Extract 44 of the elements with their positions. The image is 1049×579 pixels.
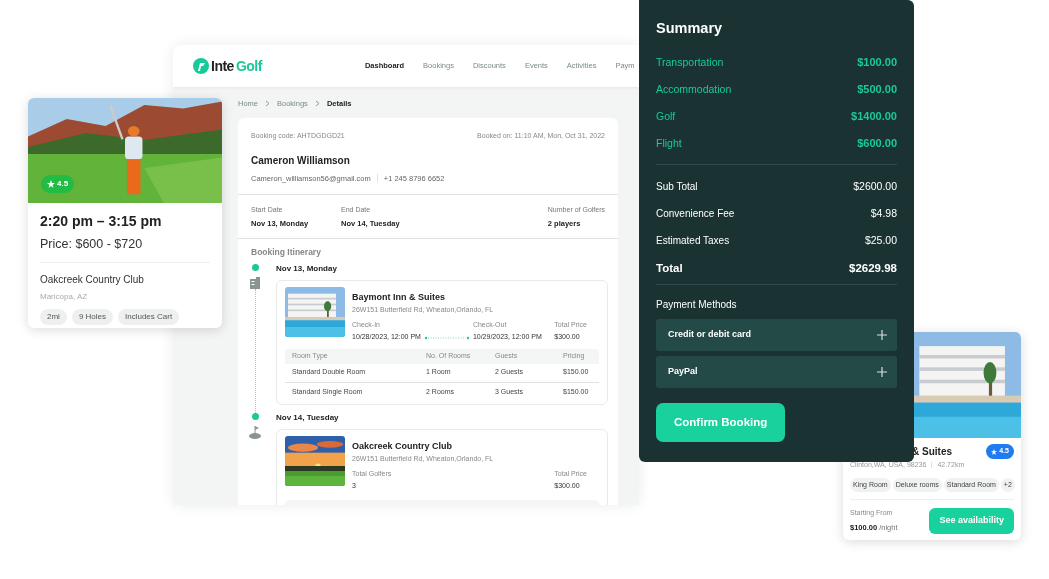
total-label: Sub Total <box>656 179 698 194</box>
tag: 2mi <box>40 308 67 325</box>
tag: Includes Cart <box>118 308 180 325</box>
line-item-amount: $1400.00 <box>851 108 897 124</box>
tee-time: 2:20 pm – 3:15 pm <box>40 212 163 231</box>
club-name: Oakcreek Country Club <box>40 272 145 287</box>
total-label: Estimated Taxes <box>656 233 730 248</box>
line-item-label: Accommodation <box>656 81 732 97</box>
line-item-amount: $500.00 <box>857 81 897 97</box>
total-amount: $2600.00 <box>853 178 897 194</box>
summary-title: Summary <box>656 19 724 38</box>
line-item-label: Flight <box>656 135 682 151</box>
total-label: Convenience Fee <box>656 206 735 221</box>
line-item-label: Golf <box>656 108 676 124</box>
customer-name: Cameron Williamson <box>250 153 351 168</box>
section-title: Payment Methods <box>656 297 738 312</box>
total-amount: $2629.98 <box>849 260 897 276</box>
line-item-amount: $600.00 <box>857 135 897 151</box>
total-amount: $4.98 <box>870 205 897 221</box>
total-amount: $25.00 <box>864 232 897 248</box>
timeline-dot <box>251 263 259 271</box>
section-title: Booking Itinerary <box>250 245 322 259</box>
connector-line <box>423 334 470 341</box>
chevron-icon <box>265 100 270 108</box>
payment-option[interactable]: Credit or debit card <box>656 318 897 351</box>
line-item-label: Transportation <box>656 54 724 70</box>
star-icon <box>991 448 998 455</box>
golf-flag-icon <box>248 425 262 439</box>
tag: 9 Holes <box>71 308 113 325</box>
chevron-icon <box>314 100 320 108</box>
venue-name: Baymont Inn & Suites <box>352 290 446 304</box>
location-text: Maricopa, AZ <box>40 290 89 303</box>
line-item-amount: $100.00 <box>857 54 897 70</box>
timeline-dot <box>251 412 259 420</box>
payment-option[interactable]: PayPal <box>656 355 897 388</box>
total-label: Total <box>656 260 683 276</box>
logo[interactable]: InteGolf <box>193 55 262 77</box>
venue-name: Oakcreek Country Club <box>352 439 454 453</box>
price-range: Price: $600 - $720 <box>40 235 210 263</box>
itinerary-date: Nov 13, Monday <box>276 262 338 275</box>
star-icon <box>47 180 55 188</box>
itinerary-date: Nov 14, Tuesday <box>276 411 340 424</box>
logo-icon <box>193 58 209 74</box>
building-icon <box>249 276 261 289</box>
